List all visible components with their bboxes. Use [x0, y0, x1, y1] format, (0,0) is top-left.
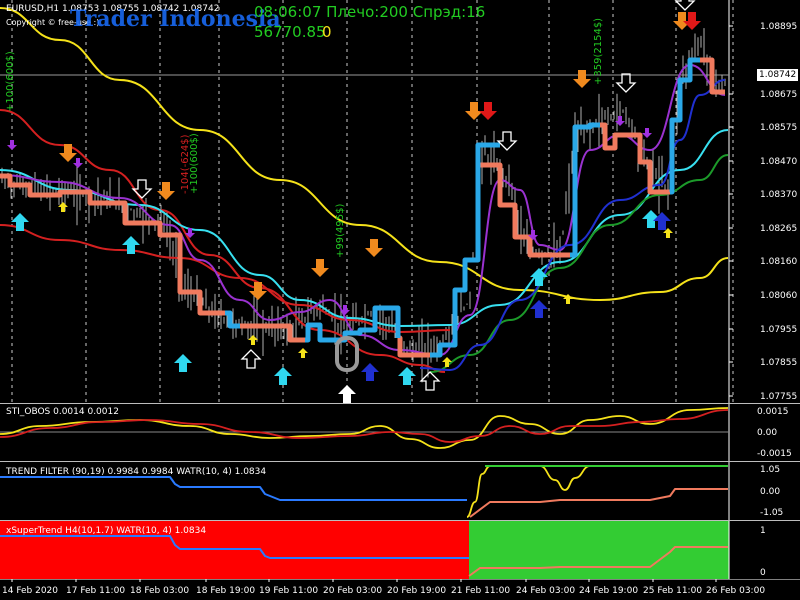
sell-arrow-icon: [249, 282, 267, 300]
time-tick-label: 21 Feb 11:00: [451, 586, 510, 596]
sell-arrow-red-icon: [479, 102, 497, 120]
price-tick-label: 1.08265: [760, 224, 797, 234]
price-tick-label: 1.08060: [760, 291, 797, 301]
price-tick-label: 1.08895: [760, 22, 797, 32]
price-tick-label: 1.08160: [760, 257, 797, 267]
trade-annotation: +359(2154$): [593, 18, 604, 85]
buy-arrow-alt-icon: [338, 385, 356, 403]
ma-purple-line: [0, 63, 726, 357]
time-tick-label: 14 Feb 2020: [2, 586, 58, 596]
small-buy-arrow-icon: [442, 357, 452, 367]
clock-leverage-spread: 08:06:07 Плечо:200 Спрэд:16: [254, 3, 486, 21]
small-sell-arrow-icon: [7, 140, 17, 150]
indicator-tick-label: 0.00: [760, 487, 780, 497]
signal-arrow-outline-icon: [496, 131, 518, 151]
price-tick-label: 1.07755: [760, 392, 797, 402]
trend-stair-blue: [430, 142, 500, 358]
buy-arrow-alt-icon: [653, 212, 671, 230]
buy-arrow-icon: [398, 367, 416, 385]
supertrend-pane[interactable]: 1 0 xSuperTrend H4(10,1.7) WATR(10, 4) 1.…: [0, 521, 800, 579]
trend-filter-pane[interactable]: 1.05 0.00 -1.05 TREND FILTER (90,19) 0.998…: [0, 462, 800, 520]
sti-obos-pane[interactable]: 0.0015 0.00 -0.0015 STI_OBOS 0.0014 0.0012: [0, 404, 800, 461]
trend-filter-yellow-line: [466, 465, 728, 518]
sti-obos-chart: 0.0015 0.00 -0.0015: [0, 404, 792, 461]
small-buy-arrow-icon: [298, 348, 308, 358]
watermark-text: Trader Indonesia: [70, 6, 281, 32]
trend-filter-blue-line: [0, 476, 467, 501]
small-sell-arrow-icon: [73, 158, 83, 168]
indicator-tick-label: 0.00: [757, 428, 777, 438]
indicator-tick-label: 0: [760, 568, 766, 578]
signal-arrow-outline-icon: [615, 73, 637, 93]
price-tick-label: 1.07855: [760, 358, 797, 368]
indicator-tick-label: 1: [760, 526, 766, 536]
indicator-tick-label: -0.0015: [757, 449, 792, 459]
time-tick-label: 20 Feb 19:00: [387, 586, 446, 596]
main-chart-pane[interactable]: 1.08895 1.08675 1.08575 1.08470 1.08370 1.082…: [0, 0, 800, 403]
trend-stair-blue: [669, 57, 700, 195]
buy-arrow-icon: [174, 354, 192, 372]
trend-filter-label: TREND FILTER (90,19) 0.9984 0.9984 WATR(…: [6, 467, 267, 477]
price-tick-label: 1.08370: [760, 190, 797, 200]
ma-green-line: [429, 154, 729, 373]
trade-annotation: +99(495$): [335, 204, 346, 258]
indicator-tick-label: 1.05: [760, 465, 780, 475]
trend-filter-orange-line: [469, 488, 728, 518]
small-sell-arrow-icon: [642, 128, 652, 138]
time-tick-label: 19 Feb 11:00: [259, 586, 318, 596]
trend-stair-blue: [570, 122, 600, 258]
ma-yellow-line: [0, 7, 729, 302]
signal-arrow-outline-icon: [674, 0, 696, 11]
buy-arrow-icon: [274, 367, 292, 385]
time-tick-label: 24 Feb 03:00: [516, 586, 575, 596]
time-tick-label: 17 Feb 11:00: [66, 586, 125, 596]
price-tick-label: 1.08470: [760, 157, 797, 167]
signal-arrow-outline-icon: [240, 349, 262, 369]
buy-arrow-alt-icon: [530, 300, 548, 318]
price-tick-label: 1.08575: [760, 123, 797, 133]
trade-annotation: -104(-624$): [180, 134, 191, 194]
balance-value: 56770.85: [254, 23, 326, 41]
supertrend-green-zone: [469, 521, 729, 579]
time-tick-label: 18 Feb 03:00: [130, 586, 189, 596]
indicator-tick-label: 0.0015: [757, 407, 789, 417]
signal-arrow-outline-icon: [131, 179, 153, 199]
price-tick-label: 1.08675: [760, 90, 797, 100]
sell-arrow-icon: [59, 144, 77, 162]
supertrend-label: xSuperTrend H4(10,1.7) WATR(10, 4) 1.083…: [6, 526, 207, 536]
price-chart: 1.08895 1.08675 1.08575 1.08470 1.08370 1.082…: [0, 0, 797, 403]
time-tick-label: 26 Feb 03:00: [706, 586, 765, 596]
indicator-tick-label: -1.05: [760, 508, 783, 518]
time-tick-label: 20 Feb 03:00: [323, 586, 382, 596]
trade-annotation: +100(600$): [5, 51, 16, 112]
sti-obos-label: STI_OBOS 0.0014 0.0012: [6, 407, 119, 417]
zero-value: 0: [322, 23, 332, 41]
sell-arrow-icon: [365, 239, 383, 257]
sell-arrow-icon: [573, 70, 591, 88]
price-tick-label: 1.07955: [760, 325, 797, 335]
signal-arrow-outline-icon: [419, 371, 441, 391]
buy-arrow-icon: [11, 213, 29, 231]
current-price-label: 1.08742: [757, 69, 799, 81]
time-tick-label: 25 Feb 11:00: [643, 586, 702, 596]
time-tick-label: 24 Feb 19:00: [579, 586, 638, 596]
ma-cyan-line: [0, 129, 729, 328]
time-tick-label: 18 Feb 19:00: [196, 586, 255, 596]
buy-arrow-alt-icon: [361, 363, 379, 381]
time-axis: 14 Feb 2020 17 Feb 11:00 18 Feb 03:00 18 Fe…: [0, 579, 800, 596]
sell-arrow-icon: [311, 259, 329, 277]
